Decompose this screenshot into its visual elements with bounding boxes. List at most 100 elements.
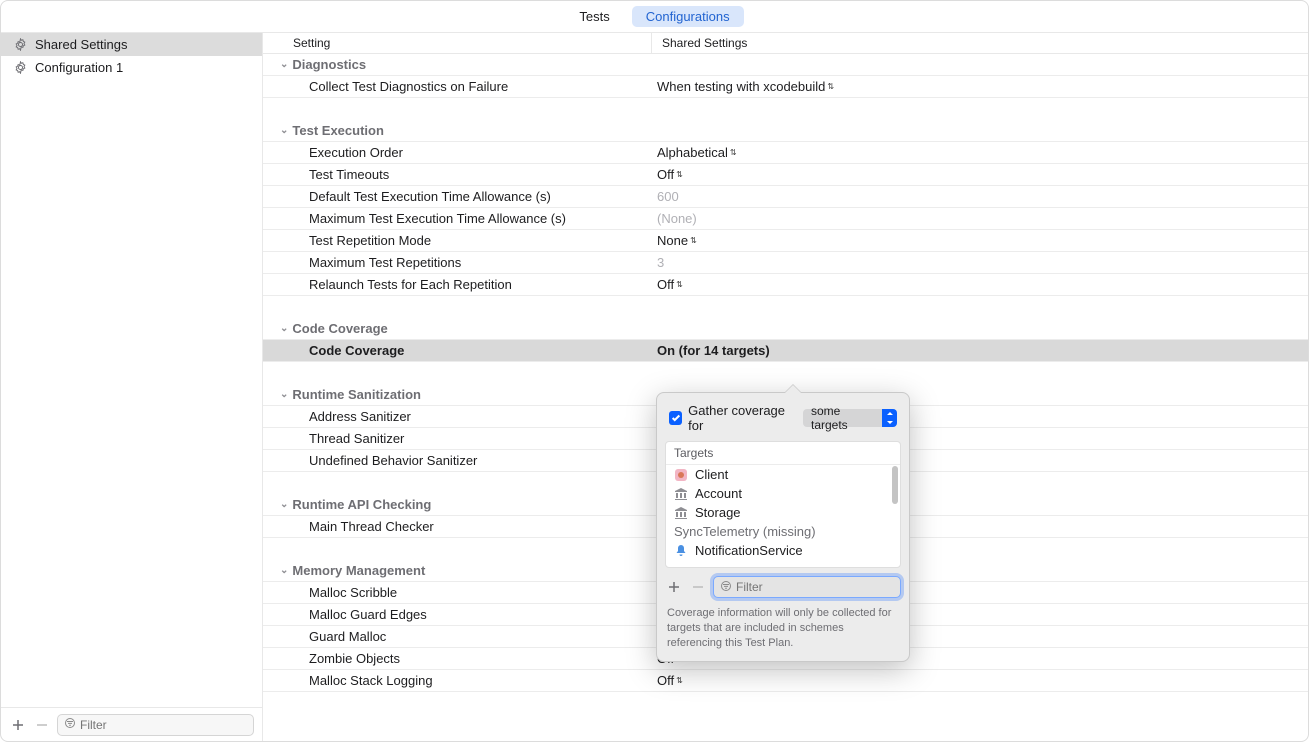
gear-icon xyxy=(11,36,29,54)
coverage-popover: Gather coverage for some targets Targets… xyxy=(656,392,910,662)
sidebar-item-label: Configuration 1 xyxy=(35,60,123,75)
bank-icon xyxy=(674,487,688,501)
target-item[interactable]: Storage xyxy=(666,503,900,522)
group-label: Runtime API Checking xyxy=(292,497,431,512)
remove-button[interactable] xyxy=(33,716,51,734)
setting-row[interactable]: Collect Test Diagnostics on FailureWhen … xyxy=(263,76,1308,98)
chevron-down-icon: ⌄ xyxy=(280,323,288,334)
setting-value[interactable]: On (for 14 targets) xyxy=(651,343,1308,358)
setting-row[interactable]: Execution OrderAlphabetical⇅ xyxy=(263,142,1308,164)
tab-tests[interactable]: Tests xyxy=(565,6,623,27)
setting-value[interactable]: 600 xyxy=(651,189,1308,204)
popup-indicator-icon: ⇅ xyxy=(676,676,683,685)
chevron-down-icon: ⌄ xyxy=(280,125,288,136)
group-label: Runtime Sanitization xyxy=(292,387,421,402)
group-header[interactable]: ⌄ Code Coverage xyxy=(263,318,1308,340)
target-item[interactable]: NotificationService xyxy=(666,541,900,560)
value-text: (None) xyxy=(657,211,697,226)
value-text: Off xyxy=(657,167,674,182)
setting-row[interactable]: Test TimeoutsOff⇅ xyxy=(263,164,1308,186)
setting-value[interactable]: None⇅ xyxy=(651,233,1308,248)
chevron-down-icon: ⌄ xyxy=(280,499,288,510)
setting-name: Maximum Test Repetitions xyxy=(263,255,651,270)
value-text: On (for 14 targets) xyxy=(657,343,770,358)
group-header[interactable]: ⌄Diagnostics xyxy=(263,54,1308,76)
setting-row[interactable]: Default Test Execution Time Allowance (s… xyxy=(263,186,1308,208)
coverage-scope-dropdown[interactable]: some targets xyxy=(803,409,897,427)
tab-configurations[interactable]: Configurations xyxy=(632,6,744,27)
value-text: 600 xyxy=(657,189,679,204)
column-setting[interactable]: Setting xyxy=(263,36,651,50)
sidebar-filter[interactable] xyxy=(57,714,254,736)
bank-icon xyxy=(674,506,688,520)
setting-value[interactable]: Off⇅ xyxy=(651,277,1308,292)
target-item[interactable]: Account xyxy=(666,484,900,503)
setting-row[interactable]: Test Repetition ModeNone⇅ xyxy=(263,230,1308,252)
group-header[interactable]: ⌄ Test Execution xyxy=(263,120,1308,142)
setting-value[interactable]: When testing with xcodebuild⇅ xyxy=(651,79,1308,94)
value-text: Alphabetical xyxy=(657,145,728,160)
targets-list: Client Account StorageSyncTelemetry (missi… xyxy=(666,465,900,567)
sidebar-list: Shared Settings Configuration 1 xyxy=(1,33,262,707)
popup-indicator-icon: ⇅ xyxy=(690,236,697,245)
sidebar-filter-input[interactable] xyxy=(80,718,247,732)
target-label: NotificationService xyxy=(695,543,803,558)
table-header: Setting Shared Settings xyxy=(263,33,1308,54)
chevron-up-down-icon xyxy=(882,409,897,427)
setting-name: Test Timeouts xyxy=(263,167,651,182)
target-item[interactable]: SyncTelemetry (missing) xyxy=(666,522,900,541)
setting-value[interactable]: Off⇅ xyxy=(651,673,1308,688)
gather-coverage-checkbox[interactable] xyxy=(669,411,682,425)
dropdown-value: some targets xyxy=(811,404,876,432)
column-value[interactable]: Shared Settings xyxy=(651,33,1308,53)
sidebar: Shared Settings Configuration 1 xyxy=(1,33,263,741)
setting-name: Execution Order xyxy=(263,145,651,160)
setting-row[interactable]: Maximum Test Execution Time Allowance (s… xyxy=(263,208,1308,230)
popup-indicator-icon: ⇅ xyxy=(827,82,834,91)
target-add-button[interactable] xyxy=(665,578,683,596)
setting-name: Code Coverage xyxy=(263,343,651,358)
popup-indicator-icon: ⇅ xyxy=(730,148,737,157)
popup-indicator-icon: ⇅ xyxy=(676,170,683,179)
sidebar-item-shared-settings[interactable]: Shared Settings xyxy=(1,33,262,56)
setting-name: Zombie Objects xyxy=(263,651,651,666)
setting-value[interactable]: Off⇅ xyxy=(651,167,1308,182)
group-label: Test Execution xyxy=(292,123,384,138)
targets-header: Targets xyxy=(666,442,900,465)
chevron-down-icon: ⌄ xyxy=(280,565,288,576)
group-label: Code Coverage xyxy=(292,321,387,336)
setting-name: Collect Test Diagnostics on Failure xyxy=(263,79,651,94)
sidebar-item-label: Shared Settings xyxy=(35,37,128,52)
setting-value[interactable]: (None) xyxy=(651,211,1308,226)
targets-scrollbar[interactable] xyxy=(892,466,898,504)
target-label: Account xyxy=(695,486,742,501)
chevron-down-icon: ⌄ xyxy=(280,59,288,70)
setting-name: Address Sanitizer xyxy=(263,409,651,424)
setting-name: Guard Malloc xyxy=(263,629,651,644)
setting-value[interactable]: Alphabetical⇅ xyxy=(651,145,1308,160)
setting-row[interactable]: Maximum Test Repetitions 3 xyxy=(263,252,1308,274)
value-text: When testing with xcodebuild xyxy=(657,79,825,94)
setting-row[interactable]: Code Coverage On (for 14 targets) xyxy=(263,340,1308,362)
target-item[interactable]: Client xyxy=(666,465,900,484)
setting-row[interactable]: Relaunch Tests for Each RepetitionOff⇅ xyxy=(263,274,1308,296)
value-text: None xyxy=(657,233,688,248)
sidebar-item-configuration-1[interactable]: Configuration 1 xyxy=(1,56,262,79)
setting-name: Default Test Execution Time Allowance (s… xyxy=(263,189,651,204)
setting-name: Main Thread Checker xyxy=(263,519,651,534)
popup-indicator-icon: ⇅ xyxy=(676,280,683,289)
setting-row[interactable]: Malloc Stack LoggingOff⇅ xyxy=(263,670,1308,692)
setting-value[interactable]: 3 xyxy=(651,255,1308,270)
gather-coverage-label: Gather coverage for xyxy=(688,403,797,433)
targets-filter[interactable] xyxy=(713,576,901,598)
target-remove-button[interactable] xyxy=(689,578,707,596)
targets-panel: Targets Client Account StorageSyncTelemetr… xyxy=(665,441,901,568)
add-button[interactable] xyxy=(9,716,27,734)
setting-name: Undefined Behavior Sanitizer xyxy=(263,453,651,468)
targets-filter-input[interactable] xyxy=(736,580,894,594)
setting-name: Malloc Stack Logging xyxy=(263,673,651,688)
setting-name: Maximum Test Execution Time Allowance (s… xyxy=(263,211,651,226)
tab-bar: Tests Configurations xyxy=(1,1,1308,33)
value-text: 3 xyxy=(657,255,664,270)
app-icon xyxy=(674,468,688,482)
